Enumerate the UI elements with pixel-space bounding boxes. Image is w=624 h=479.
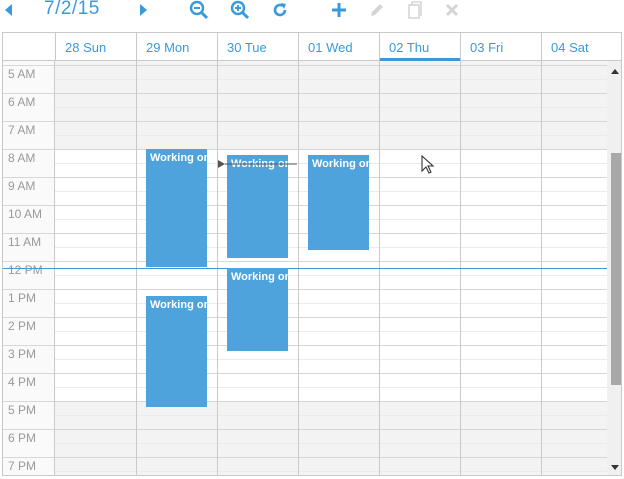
hour-label: 4 PM — [8, 375, 37, 389]
hour-label: 7 PM — [8, 459, 37, 473]
hour-label: 5 PM — [8, 403, 37, 417]
half-hour-line — [55, 443, 607, 444]
hour-slot — [3, 233, 607, 247]
hour-label: 8 AM — [8, 151, 36, 165]
half-hour-line — [55, 107, 607, 108]
prev-arrow-icon[interactable] — [2, 0, 16, 20]
hour-slot — [3, 401, 607, 415]
event-block[interactable]: Working on — [227, 268, 288, 351]
hour-slot — [3, 149, 607, 163]
hour-slot — [3, 93, 607, 107]
day-header-1[interactable]: 29 Mon — [136, 33, 217, 60]
zoom-out-icon[interactable] — [188, 0, 210, 20]
hour-label: 6 AM — [8, 95, 36, 109]
hour-label: 9 AM — [8, 179, 36, 193]
copy-icon[interactable] — [406, 0, 424, 20]
hour-slot — [3, 177, 607, 191]
hour-slot — [3, 457, 607, 471]
day-header-6[interactable]: 04 Sat — [541, 33, 621, 60]
event-block[interactable]: Working on — [308, 154, 369, 250]
scroll-down-arrow-icon[interactable] — [611, 465, 619, 470]
half-hour-line — [55, 387, 607, 388]
hour-label: 5 AM — [8, 67, 36, 81]
time-grid[interactable]: 5 AM 6 AM 7 AM 8 AM 9 AM 10 AM 11 AM 12 PM 1 PM 2… — [3, 61, 607, 475]
hour-label: 2 PM — [8, 319, 37, 333]
hour-slot — [3, 345, 607, 359]
hour-label: 12 PM — [8, 263, 43, 277]
day-header-0[interactable]: 28 Sun — [55, 33, 136, 60]
drag-handle-icon[interactable] — [218, 156, 298, 174]
next-arrow-icon[interactable] — [136, 0, 150, 20]
current-time-line — [3, 268, 607, 269]
half-hour-line — [55, 331, 607, 332]
event-block[interactable]: Working on — [146, 296, 207, 407]
half-hour-line — [55, 275, 607, 276]
edit-icon[interactable] — [368, 0, 386, 20]
scrollbar-thumb[interactable] — [611, 153, 621, 385]
vertical-scrollbar[interactable] — [607, 61, 621, 475]
hour-slot — [3, 65, 607, 79]
half-hour-line — [55, 79, 607, 80]
day-header-4[interactable]: 02 Thu — [379, 33, 460, 61]
half-hour-line — [55, 359, 607, 360]
mouse-cursor-icon — [421, 155, 435, 174]
day-header-5[interactable]: 03 Fri — [460, 33, 541, 60]
add-icon[interactable] — [330, 0, 348, 20]
hour-slot — [3, 317, 607, 331]
hour-slot — [3, 373, 607, 387]
hour-label: 11 AM — [8, 235, 42, 249]
refresh-icon[interactable] — [270, 0, 290, 20]
event-block[interactable]: Working on — [146, 149, 207, 267]
hour-slot — [3, 121, 607, 135]
half-hour-line — [55, 303, 607, 304]
zoom-in-icon[interactable] — [229, 0, 251, 20]
day-header-2[interactable]: 30 Tue — [217, 33, 298, 60]
scroll-up-arrow-icon[interactable] — [611, 69, 619, 74]
half-hour-line — [55, 471, 607, 472]
hour-slot — [3, 429, 607, 443]
half-hour-line — [55, 415, 607, 416]
hour-label: 3 PM — [8, 347, 37, 361]
hour-label: 1 PM — [8, 291, 37, 305]
day-header-row: 28 Sun 29 Mon 30 Tue 01 Wed 02 Thu 03 Fri 04 S… — [3, 33, 621, 61]
delete-icon[interactable] — [443, 0, 461, 20]
hour-slot — [3, 205, 607, 219]
week-calendar: 28 Sun 29 Mon 30 Tue 01 Wed 02 Thu 03 Fri 04 S… — [2, 32, 622, 476]
day-header-3[interactable]: 01 Wed — [298, 33, 379, 60]
current-date: 7/2/15 — [44, 0, 100, 19]
half-hour-line — [55, 135, 607, 136]
hour-label: 10 AM — [8, 207, 43, 221]
hour-slot — [3, 289, 607, 303]
hour-label: 6 PM — [8, 431, 37, 445]
hour-label: 7 AM — [8, 123, 36, 137]
toolbar: 7/2/15 — [0, 0, 624, 26]
